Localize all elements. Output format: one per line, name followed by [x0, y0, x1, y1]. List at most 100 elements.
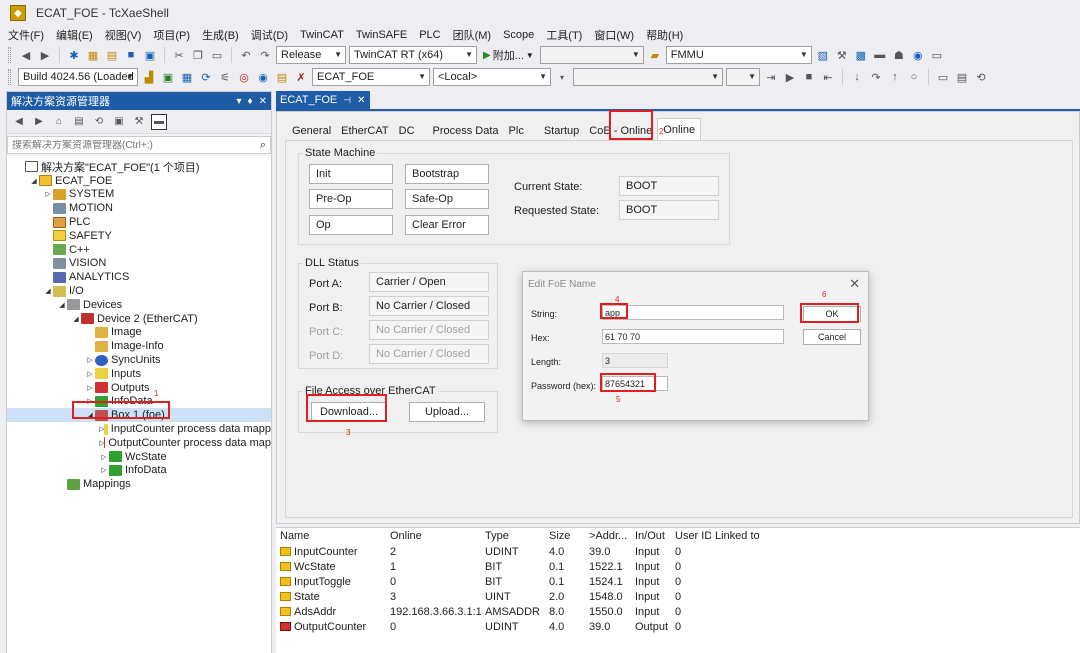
window-layout-icon[interactable]: ▭	[929, 47, 945, 63]
init-button[interactable]: Init	[309, 164, 393, 184]
start-icon[interactable]: ▶	[782, 69, 798, 85]
tree-item[interactable]: ▷ Outputs	[7, 381, 271, 395]
pin-icon[interactable]: ⊣	[343, 95, 351, 106]
bootstrap-button[interactable]: Bootstrap	[405, 164, 489, 184]
attach-button[interactable]: ▶ 附加... ▼	[480, 47, 537, 63]
config-mode-icon[interactable]: ⟳	[198, 69, 214, 85]
tree-item[interactable]: ANALYTICS	[7, 270, 271, 284]
plc-instance-combo[interactable]: ▼	[726, 68, 760, 86]
add-item-icon[interactable]: ▦	[85, 47, 101, 63]
hex-input[interactable]: 61 70 70	[602, 329, 784, 344]
tree-item[interactable]: ▷ WcState	[7, 450, 271, 464]
menu-edit[interactable]: 编辑(E)	[50, 27, 99, 43]
toolbox-icon[interactable]: ▩	[853, 47, 869, 63]
collapsed-arrow-icon[interactable]: ▷	[85, 370, 95, 378]
menu-file[interactable]: 文件(F)	[0, 27, 50, 43]
new-project-icon[interactable]: ✱	[66, 47, 82, 63]
collapsed-arrow-icon[interactable]: ▷	[85, 397, 95, 405]
document-tab-ecat-foe[interactable]: ECAT_FOE ⊣ ✕	[276, 91, 370, 109]
tree-item[interactable]: ▷ SYSTEM	[7, 188, 271, 202]
project-combo[interactable]: ECAT_FOE ▼	[312, 68, 430, 86]
tree-item[interactable]: ◢ Box 1 (foe)	[7, 408, 271, 423]
string-input[interactable]: app	[602, 305, 784, 320]
paste-icon[interactable]: ▭	[209, 47, 225, 63]
attach-target-combo[interactable]: ▼	[539, 46, 644, 64]
step-out-icon[interactable]: ↑	[887, 69, 903, 85]
safe-op-button[interactable]: Safe-Op	[405, 189, 489, 209]
upload-button[interactable]: Upload...	[409, 402, 485, 422]
find-in-files-icon[interactable]: ▰	[647, 47, 663, 63]
properties-wrench-icon[interactable]: ⚒	[131, 114, 147, 130]
tree-item[interactable]: SAFETY	[7, 229, 271, 243]
solution-explorer-icon[interactable]: ▧	[815, 47, 831, 63]
toolbar-grip[interactable]	[8, 69, 11, 85]
expanded-arrow-icon[interactable]: ◢	[29, 177, 39, 185]
tree-item[interactable]: ◢ Devices	[7, 298, 271, 312]
menu-twincat[interactable]: TwinCAT	[294, 29, 350, 41]
expanded-arrow-icon[interactable]: ◢	[57, 301, 67, 309]
tree-item[interactable]: ◢ ECAT_FOE	[7, 174, 271, 188]
tab-coe-online[interactable]: CoE - Online	[584, 122, 657, 140]
activate-config-icon[interactable]: ▟	[141, 69, 157, 85]
column-in-out[interactable]: In/Out	[631, 530, 671, 542]
login-icon[interactable]: ⇥	[763, 69, 779, 85]
collapsed-arrow-icon[interactable]: ▷	[43, 190, 53, 198]
watch-icon[interactable]: ▭	[935, 69, 951, 85]
collapsed-arrow-icon[interactable]: ▷	[99, 453, 109, 461]
restart-icon[interactable]: ▣	[160, 69, 176, 85]
properties-icon[interactable]: ⚒	[834, 47, 850, 63]
refresh-icon[interactable]: ⟲	[973, 69, 989, 85]
tab-general[interactable]: General	[287, 122, 336, 140]
history-icon[interactable]: ⟲	[91, 114, 107, 130]
tree-item[interactable]: VISION	[7, 257, 271, 271]
column-online[interactable]: Online	[386, 530, 481, 542]
call-stack-icon[interactable]: ▤	[954, 69, 970, 85]
menu-window[interactable]: 窗口(W)	[588, 27, 640, 43]
tree-item[interactable]: ▷ InfoData	[7, 464, 271, 478]
password-input[interactable]: 87654321	[602, 376, 668, 391]
column-address[interactable]: >Addr...	[585, 530, 631, 542]
step-over-icon[interactable]: ↷	[868, 69, 884, 85]
undo-icon[interactable]: ↶	[238, 47, 254, 63]
tree-item[interactable]: ▷ InfoData	[7, 395, 271, 409]
solution-search-input[interactable]	[12, 139, 232, 151]
tab-plc[interactable]: Plc	[504, 122, 529, 140]
column-type[interactable]: Type	[481, 530, 545, 542]
tree-item[interactable]: ▷ InputCounter process data mapp	[7, 422, 271, 436]
build-version-combo[interactable]: Build 4024.56 (Loaded ▼	[18, 68, 138, 86]
column-name[interactable]: Name	[276, 530, 386, 542]
op-button[interactable]: Op	[309, 215, 393, 235]
run-mode-icon[interactable]: ▦	[179, 69, 195, 85]
scan-icon[interactable]: ⚟	[217, 69, 233, 85]
back-icon[interactable]: ◀	[11, 114, 27, 130]
tree-item[interactable]: PLC	[7, 215, 271, 229]
menu-plc[interactable]: PLC	[413, 29, 446, 41]
target-system-combo[interactable]: <Local> ▼	[433, 68, 551, 86]
open-folder-icon[interactable]: ▤	[104, 47, 120, 63]
step-into-icon[interactable]: ↓	[849, 69, 865, 85]
close-icon[interactable]: ✕	[357, 95, 365, 106]
tree-item[interactable]: ▷ OutputCounter process data map	[7, 436, 271, 450]
tree-item[interactable]: Image	[7, 326, 271, 340]
briefcase-icon[interactable]: ▬	[872, 47, 888, 63]
tree-item[interactable]: C++	[7, 243, 271, 257]
link-icon[interactable]: ✗	[293, 69, 309, 85]
tab-startup[interactable]: Startup	[539, 122, 584, 140]
tree-item[interactable]: ◢ I/O	[7, 284, 271, 298]
stop-icon[interactable]: ■	[801, 69, 817, 85]
toggle-free-run-icon[interactable]: ◎	[236, 69, 252, 85]
pre-op-button[interactable]: Pre-Op	[309, 189, 393, 209]
tree-item[interactable]: Mappings	[7, 477, 271, 491]
pin-icon[interactable]: ♦	[248, 96, 253, 107]
menu-debug[interactable]: 调试(D)	[245, 27, 294, 43]
table-row[interactable]: InputCounter 2 UDINT 4.0 39.0 Input 0	[276, 544, 1080, 559]
download-button[interactable]: Download...	[311, 402, 387, 422]
team-icon[interactable]: ☗	[891, 47, 907, 63]
collapse-all-icon[interactable]: ▣	[111, 114, 127, 130]
tree-item[interactable]: ◢ Device 2 (EtherCAT)	[7, 312, 271, 326]
tab-online[interactable]: Online	[657, 118, 702, 140]
cut-icon[interactable]: ✂	[171, 47, 187, 63]
table-row[interactable]: State 3 UINT 2.0 1548.0 Input 0	[276, 589, 1080, 604]
tree-item[interactable]: Image-Info	[7, 339, 271, 353]
tree-item[interactable]: 解决方案"ECAT_FOE"(1 个项目)	[7, 160, 271, 174]
